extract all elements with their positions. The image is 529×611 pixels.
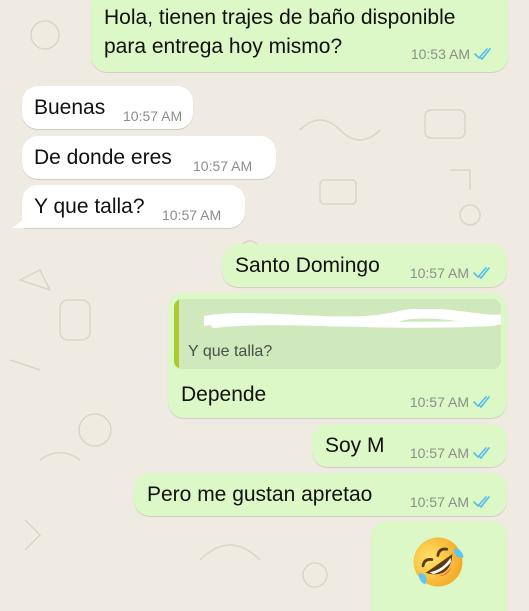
- read-receipt-icon: [473, 496, 490, 508]
- read-receipt-icon: [473, 447, 490, 459]
- message-text: Santo Domingo: [235, 254, 380, 277]
- message-meta: 10:57 AM: [123, 108, 182, 124]
- message-meta: 10:57 AM: [410, 394, 493, 410]
- quoted-text: Y que talla?: [188, 343, 273, 360]
- message-text: Buenas: [34, 96, 106, 119]
- message-meta: 10:57 AM: [410, 445, 493, 461]
- quote-bar: [174, 299, 179, 369]
- outgoing-reply-message[interactable]: Y que talla? Depende 10:57 AM: [168, 293, 507, 418]
- message-meta: 10:57 AM: [162, 207, 221, 223]
- read-receipt-icon: [473, 396, 490, 408]
- message-text-line: Hola, tienen trajes de baño disponible: [104, 6, 456, 29]
- message-time: 10:57 AM: [162, 207, 222, 223]
- incoming-message[interactable]: De donde eres 10:57 AM: [22, 136, 276, 179]
- rolling-on-floor-laughing-emoji: [413, 537, 464, 587]
- message-text: Depende: [181, 383, 267, 406]
- incoming-message[interactable]: Buenas 10:57 AM: [22, 86, 193, 129]
- message-meta: 10:53 AM: [411, 46, 494, 62]
- outgoing-message[interactable]: Santo Domingo 10:57 AM: [222, 244, 507, 287]
- quoted-message[interactable]: Y que talla?: [174, 299, 501, 369]
- read-receipt-icon: [474, 48, 491, 60]
- message-time: 10:57 AM: [123, 108, 183, 124]
- message-meta: 10:57 AM: [410, 265, 493, 281]
- redacted-sender-scribble: [204, 309, 501, 328]
- outgoing-message[interactable]: Hola, tienen trajes de baño disponible p…: [91, 0, 508, 72]
- outgoing-message[interactable]: Soy M 10:57 AM: [312, 424, 507, 467]
- message-time: 10:57 AM: [409, 445, 469, 461]
- message-text: Soy M: [325, 434, 385, 457]
- message-text-line: para entrega hoy mismo?: [104, 35, 343, 58]
- outgoing-message[interactable]: Pero me gustan apretao 10:57 AM: [134, 473, 507, 516]
- message-time: 10:57 AM: [193, 158, 253, 174]
- read-receipt-icon: [473, 267, 490, 279]
- bubble-tail: [11, 212, 27, 228]
- message-time: 10:57 AM: [409, 494, 469, 510]
- message-time: 10:57 AM: [409, 394, 469, 410]
- message-time: 10:57 AM: [409, 265, 469, 281]
- message-text: Pero me gustan apretao: [147, 483, 373, 506]
- message-text: Y que talla?: [34, 195, 145, 218]
- message-text: De donde eres: [34, 146, 172, 169]
- incoming-message[interactable]: Y que talla? 10:57 AM: [22, 185, 245, 228]
- message-time: 10:53 AM: [410, 46, 470, 62]
- message-meta: 10:57 AM: [193, 158, 252, 174]
- message-meta: 10:57 AM: [410, 494, 493, 510]
- outgoing-emoji-message[interactable]: [371, 521, 507, 611]
